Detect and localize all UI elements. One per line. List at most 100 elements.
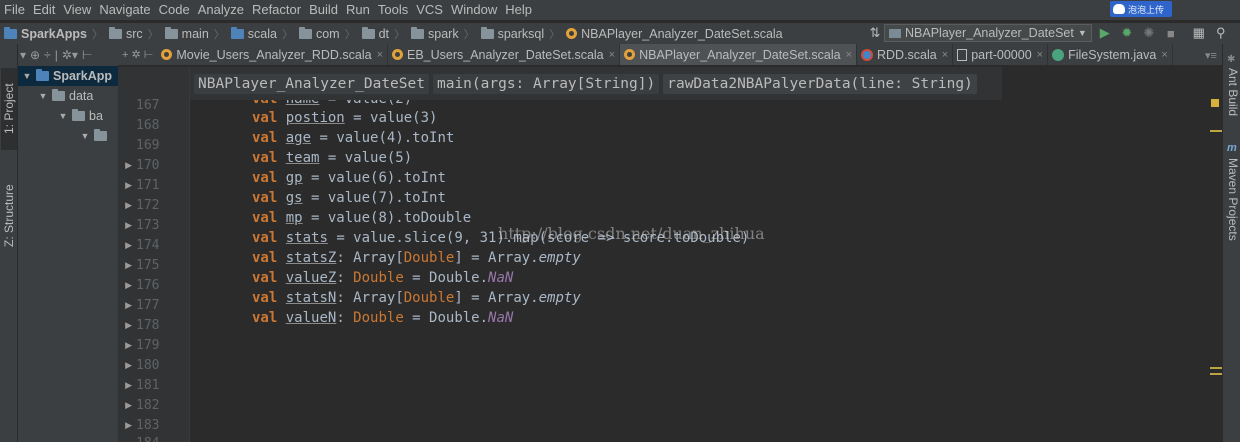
editor-breadcrumb-object[interactable]: NBAPlayer_Analyzer_DateSet bbox=[194, 73, 429, 94]
tool-tab-ant-build[interactable]: Ant Build bbox=[1224, 68, 1240, 116]
editor-breadcrumb-main[interactable]: main(args: Array[String]) bbox=[432, 73, 660, 94]
menu-edit[interactable]: Edit bbox=[29, 0, 59, 20]
close-icon[interactable]: × bbox=[846, 49, 852, 61]
stripe-mark[interactable] bbox=[1210, 130, 1222, 132]
nav-crumb-label: spark bbox=[428, 26, 459, 41]
nav-crumb-label: SparkApps bbox=[21, 26, 87, 41]
nav-crumb-dt[interactable]: dt bbox=[358, 26, 392, 41]
folder-icon bbox=[164, 26, 178, 39]
menu-vcs[interactable]: VCS bbox=[412, 0, 447, 20]
fold-arrow-icon[interactable]: ▶ bbox=[118, 380, 132, 391]
line-number: 184 bbox=[136, 436, 159, 442]
nav-crumb-file[interactable]: NBAPlayer_Analyzer_DateSet.scala bbox=[562, 27, 786, 41]
nav-crumb-sparksql[interactable]: sparksql bbox=[477, 26, 548, 41]
menu-window[interactable]: Window bbox=[447, 0, 501, 20]
tool-tab-structure[interactable]: Z: Structure bbox=[1, 174, 17, 258]
fold-arrow-icon[interactable]: ▶ bbox=[118, 200, 132, 211]
menu-tools[interactable]: Tools bbox=[374, 0, 412, 20]
close-icon[interactable]: × bbox=[609, 49, 615, 61]
menu-refactor[interactable]: Refactor bbox=[248, 0, 305, 20]
gear-icon[interactable]: ✲ bbox=[62, 48, 72, 62]
run-icon[interactable]: ▶ bbox=[1096, 24, 1114, 42]
expand-arrow-icon[interactable]: ▼ bbox=[58, 111, 68, 121]
tool-tab-maven-projects[interactable]: Maven Projects bbox=[1224, 158, 1240, 241]
sync-icon[interactable]: ⊕ bbox=[30, 48, 40, 62]
stripe-mark[interactable] bbox=[1210, 373, 1222, 375]
search-icon[interactable]: ⚲ bbox=[1212, 24, 1230, 42]
menu-analyze[interactable]: Analyze bbox=[194, 0, 248, 20]
close-icon[interactable]: × bbox=[377, 49, 383, 61]
tab-rdd[interactable]: RDD.scala × bbox=[857, 44, 954, 65]
tree-node-child[interactable]: ▼ bbox=[18, 126, 118, 146]
fold-arrow-icon[interactable]: ▶ bbox=[118, 320, 132, 331]
collapse-icon[interactable]: ÷ bbox=[44, 48, 51, 62]
menu-help[interactable]: Help bbox=[501, 0, 536, 20]
code-text: ] = Array. bbox=[454, 290, 539, 306]
menu-code[interactable]: Code bbox=[155, 0, 194, 20]
menu-navigate[interactable]: Navigate bbox=[95, 0, 154, 20]
tree-node-project-root[interactable]: ▼ SparkApp bbox=[18, 66, 118, 86]
project-structure-icon[interactable]: ▦ bbox=[1190, 24, 1208, 42]
tree-node-data[interactable]: ▼ data bbox=[18, 86, 118, 106]
build-project-icon[interactable]: ⇅ bbox=[866, 24, 884, 42]
tab-overflow-icon[interactable]: ▾≡ bbox=[1200, 44, 1222, 65]
fold-arrow-icon[interactable]: ▶ bbox=[118, 400, 132, 411]
fold-arrow-icon[interactable]: ▶ bbox=[118, 160, 132, 171]
menu-run[interactable]: Run bbox=[342, 0, 374, 20]
stop-icon[interactable]: ■ bbox=[1162, 24, 1180, 42]
fold-arrow-icon[interactable]: ▶ bbox=[118, 180, 132, 191]
tab-part-00000[interactable]: part-00000 × bbox=[953, 44, 1049, 65]
tree-node-ba[interactable]: ▼ ba bbox=[18, 106, 118, 126]
code-editor[interactable]: 167 168 169 ▶ 170 ▶ 171 ▶ 172 ▶ 173 ▶ 174 ▶ 17… bbox=[118, 67, 1222, 442]
tab-eb-users-analyzer[interactable]: EB_Users_Analyzer_DateSet.scala × bbox=[388, 44, 621, 65]
fold-arrow-icon[interactable]: ▶ bbox=[118, 300, 132, 311]
expand-arrow-icon[interactable]: ▼ bbox=[22, 71, 32, 81]
upload-badge[interactable]: 泡泡上传 bbox=[1110, 1, 1172, 17]
hide-panel-icon[interactable]: ⊢ bbox=[82, 48, 92, 62]
tab-movie-users-analyzer[interactable]: Movie_Users_Analyzer_RDD.scala × bbox=[157, 44, 388, 65]
chevron-down-icon[interactable]: ▾ bbox=[72, 48, 78, 62]
tab-filesystem[interactable]: FileSystem.java × bbox=[1048, 44, 1173, 65]
nav-crumb-main[interactable]: main bbox=[161, 26, 212, 41]
fold-arrow-icon[interactable]: ▶ bbox=[118, 420, 132, 431]
fold-arrow-icon[interactable]: ▶ bbox=[118, 360, 132, 371]
close-icon[interactable]: × bbox=[1037, 49, 1043, 61]
nav-crumb-project[interactable]: SparkApps bbox=[0, 26, 90, 41]
expand-arrow-icon[interactable]: ▼ bbox=[38, 91, 48, 101]
tab-nbaplayer-analyzer[interactable]: NBAPlayer_Analyzer_DateSet.scala × bbox=[620, 44, 857, 65]
package-icon bbox=[480, 26, 494, 39]
error-stripe[interactable] bbox=[1208, 67, 1222, 442]
menu-bar: File Edit View Navigate Code Analyze Ref… bbox=[0, 0, 1240, 20]
nav-crumb-scala[interactable]: scala bbox=[227, 26, 280, 41]
menu-file[interactable]: File bbox=[0, 0, 29, 20]
fold-arrow-icon[interactable]: ▶ bbox=[118, 260, 132, 271]
fold-arrow-icon[interactable]: ▶ bbox=[118, 220, 132, 231]
nav-crumb-src[interactable]: src bbox=[105, 26, 146, 41]
line-number: 171 bbox=[136, 177, 160, 193]
tree-node-label: ba bbox=[89, 109, 103, 123]
scope-dropdown-icon[interactable]: ▾ bbox=[20, 48, 26, 62]
nav-crumb-spark[interactable]: spark bbox=[407, 26, 462, 41]
line-number: 173 bbox=[136, 217, 160, 233]
nav-crumb-com[interactable]: com bbox=[295, 26, 343, 41]
nav-separator: 〉 bbox=[92, 28, 103, 41]
fold-arrow-icon[interactable]: ▶ bbox=[118, 340, 132, 351]
fold-arrow-icon[interactable]: ▶ bbox=[118, 280, 132, 291]
editor-breadcrumb-method[interactable]: rawData2NBAPalyerData(line: String) bbox=[663, 73, 977, 94]
code-text: = value(4).toInt bbox=[311, 130, 455, 146]
folder-icon bbox=[109, 26, 122, 39]
menu-view[interactable]: View bbox=[59, 0, 95, 20]
fold-arrow-icon[interactable]: ▶ bbox=[118, 240, 132, 251]
stripe-mark[interactable] bbox=[1210, 367, 1222, 369]
tool-tab-project[interactable]: 1: Project bbox=[1, 68, 17, 150]
debug-icon[interactable]: ✹ bbox=[1118, 24, 1136, 42]
coverage-icon[interactable]: ✺ bbox=[1140, 24, 1158, 42]
code-line: val postion = value(3) bbox=[252, 108, 437, 128]
menu-build[interactable]: Build bbox=[305, 0, 342, 20]
java-class-icon bbox=[1052, 48, 1065, 61]
line-number: 170 bbox=[136, 157, 160, 173]
close-icon[interactable]: × bbox=[942, 49, 948, 61]
expand-arrow-icon[interactable]: ▼ bbox=[80, 131, 90, 141]
run-configuration-select[interactable]: NBAPlayer_Analyzer_DateSet ▼ bbox=[884, 24, 1092, 42]
close-icon[interactable]: × bbox=[1161, 49, 1167, 61]
